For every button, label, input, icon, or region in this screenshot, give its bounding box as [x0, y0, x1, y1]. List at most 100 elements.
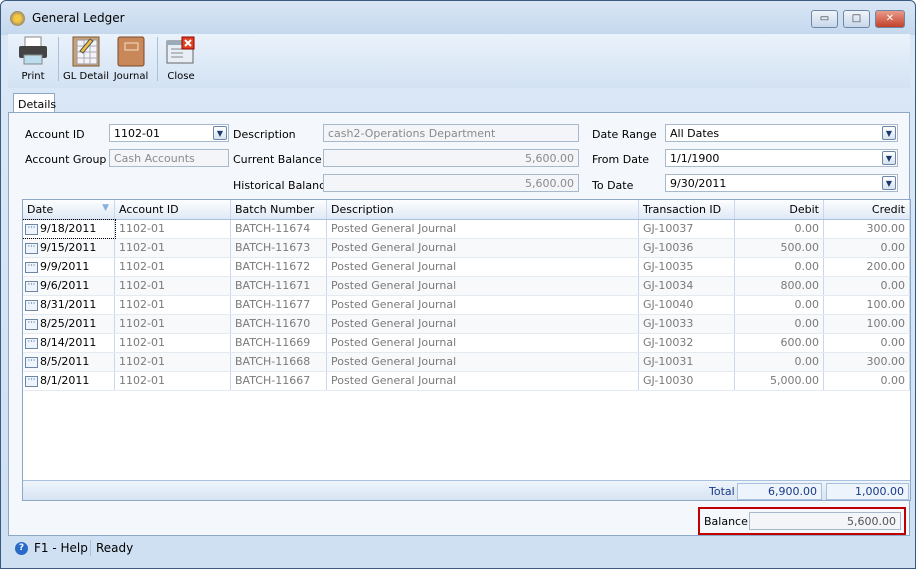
window-title: General Ledger	[32, 11, 125, 25]
close-button[interactable]: Close	[163, 34, 199, 88]
total-credit: 1,000.00	[826, 483, 909, 500]
cell-text: Posted General Journal	[331, 298, 457, 311]
cell-text: 1102-01	[119, 222, 165, 235]
table-row[interactable]: ··· 8/31/2011 1102-01 BATCH-11677 Posted Gen…	[23, 296, 910, 315]
cell-date: ··· 8/31/2011	[23, 296, 115, 314]
to-date-label: To Date	[592, 179, 634, 192]
cell-date: ··· 9/6/2011	[23, 277, 115, 295]
row-detail-button[interactable]: ···	[25, 337, 38, 349]
cell-text: 500.00	[780, 241, 820, 254]
minimize-button[interactable]: ▭	[811, 10, 838, 28]
cell-text: 0.00	[794, 355, 820, 368]
chevron-down-icon[interactable]: ▼	[882, 176, 896, 190]
print-button[interactable]: Print	[12, 34, 54, 88]
cell-text: BATCH-11669	[235, 336, 311, 349]
cell-text: BATCH-11673	[235, 241, 311, 254]
cell-debit: 0.00	[735, 258, 824, 276]
cell-text: 1102-01	[119, 279, 165, 292]
cell-text: BATCH-11677	[235, 298, 311, 311]
row-detail-button[interactable]: ···	[25, 280, 38, 292]
chevron-down-icon[interactable]: ▼	[882, 151, 896, 165]
cell-batch-number: BATCH-11670	[231, 315, 327, 333]
table-row[interactable]: ··· 8/1/2011 1102-01 BATCH-11667 Posted Gene…	[23, 372, 910, 391]
cell-text: 1102-01	[119, 317, 165, 330]
cell-date: ··· 9/9/2011	[23, 258, 115, 276]
cell-text: BATCH-11668	[235, 355, 311, 368]
cell-transaction-id: GJ-10037	[639, 220, 735, 238]
gl-detail-icon	[70, 35, 102, 67]
gl-detail-button[interactable]: GL Detail	[61, 34, 111, 88]
cell-description: Posted General Journal	[327, 258, 639, 276]
table-row[interactable]: ··· 9/18/2011 1102-01 BATCH-11674 Posted Gen…	[23, 219, 910, 239]
maximize-button[interactable]: □	[843, 10, 870, 28]
cell-account-id: 1102-01	[115, 239, 231, 257]
toolbar: Print GL Detail Journal Close	[8, 34, 910, 88]
cell-text: 100.00	[866, 317, 906, 330]
table-row[interactable]: ··· 8/5/2011 1102-01 BATCH-11668 Posted Gene…	[23, 353, 910, 372]
to-date-picker[interactable]: 9/30/2011 ▼	[665, 174, 898, 192]
row-detail-button[interactable]: ···	[25, 223, 38, 235]
cell-debit: 0.00	[735, 296, 824, 314]
balance-field: 5,600.00	[749, 512, 901, 530]
cell-transaction-id: GJ-10035	[639, 258, 735, 276]
account-group-field: Cash Accounts	[109, 149, 229, 167]
cell-text: GJ-10040	[643, 298, 694, 311]
cell-transaction-id: GJ-10033	[639, 315, 735, 333]
cell-text: 1102-01	[119, 336, 165, 349]
date-range-select[interactable]: All Dates ▼	[665, 124, 898, 142]
close-window-button[interactable]: ✕	[875, 10, 905, 28]
row-detail-button[interactable]: ···	[25, 375, 38, 387]
journal-button[interactable]: Journal	[113, 34, 149, 88]
current-balance-label: Current Balance	[233, 153, 322, 166]
row-detail-button[interactable]: ···	[25, 318, 38, 330]
column-header-description[interactable]: Description	[327, 200, 639, 219]
cell-text: GJ-10032	[643, 336, 694, 349]
cell-description: Posted General Journal	[327, 239, 639, 257]
row-detail-button[interactable]: ···	[25, 242, 38, 254]
table-row[interactable]: ··· 9/6/2011 1102-01 BATCH-11671 Posted Gene…	[23, 277, 910, 296]
cell-text: 0.00	[880, 279, 906, 292]
cell-text: Posted General Journal	[331, 355, 457, 368]
cell-text: Posted General Journal	[331, 260, 457, 273]
cell-transaction-id: GJ-10032	[639, 334, 735, 352]
cell-debit: 0.00	[735, 315, 824, 333]
column-header-date[interactable]: Date ▼	[23, 200, 115, 219]
cell-text: 0.00	[794, 317, 820, 330]
row-detail-button[interactable]: ···	[25, 356, 38, 368]
status-text: Ready	[96, 541, 134, 555]
cell-credit: 300.00	[824, 220, 910, 238]
from-date-picker[interactable]: 1/1/1900 ▼	[665, 149, 898, 167]
cell-text: Posted General Journal	[331, 279, 457, 292]
cell-credit: 300.00	[824, 353, 910, 371]
column-header-debit[interactable]: Debit	[735, 200, 824, 219]
cell-transaction-id: GJ-10040	[639, 296, 735, 314]
row-detail-button[interactable]: ···	[25, 261, 38, 273]
chevron-down-icon[interactable]: ▼	[882, 126, 896, 140]
help-hint[interactable]: F1 - Help	[34, 541, 88, 555]
tab-details[interactable]: Details	[13, 93, 56, 113]
cell-credit: 0.00	[824, 277, 910, 295]
column-header-batch-number[interactable]: Batch Number	[231, 200, 327, 219]
table-row[interactable]: ··· 9/15/2011 1102-01 BATCH-11673 Posted Gen…	[23, 239, 910, 258]
cell-transaction-id: GJ-10031	[639, 353, 735, 371]
table-row[interactable]: ··· 9/9/2011 1102-01 BATCH-11672 Posted Gene…	[23, 258, 910, 277]
cell-text: GJ-10034	[643, 279, 694, 292]
row-detail-button[interactable]: ···	[25, 299, 38, 311]
column-header-account-id[interactable]: Account ID	[115, 200, 231, 219]
cell-text: 0.00	[794, 260, 820, 273]
table-row[interactable]: ··· 8/25/2011 1102-01 BATCH-11670 Posted Gen…	[23, 315, 910, 334]
cell-text: 8/25/2011	[40, 317, 97, 330]
table-row[interactable]: ··· 8/14/2011 1102-01 BATCH-11669 Posted Gen…	[23, 334, 910, 353]
cell-date: ··· 9/18/2011	[23, 219, 116, 239]
printer-icon	[17, 35, 49, 67]
chevron-down-icon[interactable]: ▼	[213, 126, 227, 140]
account-id-select[interactable]: 1102-01 ▼	[109, 124, 229, 142]
app-icon	[10, 11, 25, 26]
cell-text: 600.00	[780, 336, 820, 349]
cell-text: BATCH-11667	[235, 374, 311, 387]
column-header-credit[interactable]: Credit	[824, 200, 910, 219]
cell-date: ··· 8/14/2011	[23, 334, 115, 352]
cell-batch-number: BATCH-11668	[231, 353, 327, 371]
cell-text: 0.00	[880, 241, 906, 254]
column-header-transaction-id[interactable]: Transaction ID	[639, 200, 735, 219]
